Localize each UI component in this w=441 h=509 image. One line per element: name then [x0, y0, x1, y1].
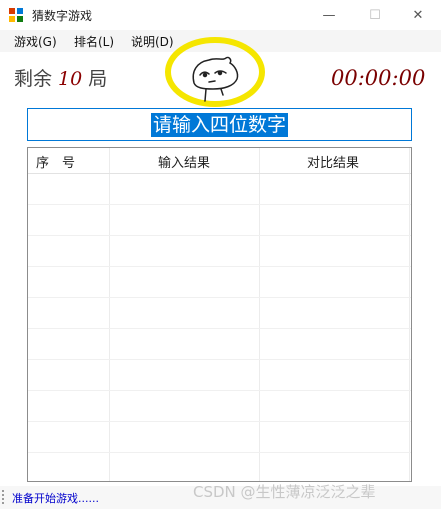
table-row[interactable] — [28, 422, 411, 453]
column-header-input[interactable]: 输入结果 — [158, 152, 210, 171]
table-row[interactable] — [28, 329, 411, 360]
table-row[interactable] — [28, 360, 411, 391]
table-row[interactable] — [28, 298, 411, 329]
window-title: 猜数字游戏 — [32, 9, 93, 23]
close-icon: ✕ — [412, 7, 424, 23]
title-bar: 猜数字游戏 — ☐ ✕ — [0, 0, 441, 30]
results-table[interactable]: 序 号 输入结果 对比结果 — [27, 147, 412, 482]
maximize-button[interactable]: ☐ — [352, 0, 398, 30]
remaining-rounds: 剩余 10 局 — [14, 64, 107, 91]
status-text: 准备开始游戏...... — [12, 492, 99, 505]
maximize-icon: ☐ — [369, 7, 381, 23]
column-header-result[interactable]: 对比结果 — [307, 152, 359, 171]
status-grip-icon — [2, 490, 5, 504]
remaining-prefix: 剩余 — [14, 68, 53, 90]
table-row[interactable] — [28, 391, 411, 422]
table-row[interactable] — [28, 205, 411, 236]
watermark: CSDN @生性薄凉泛泛之辈 — [193, 483, 376, 501]
game-timer: 00:00:00 — [331, 66, 426, 90]
highlight-circle — [165, 37, 265, 107]
table-row[interactable] — [28, 267, 411, 298]
table-row[interactable] — [28, 453, 411, 481]
mascot-picture[interactable] — [163, 35, 266, 108]
close-button[interactable]: ✕ — [395, 0, 441, 30]
minimize-icon: — — [322, 7, 336, 23]
table-header-row: 序 号 输入结果 对比结果 — [28, 148, 411, 174]
menu-ranking[interactable]: 排名(L) — [74, 33, 114, 50]
menu-game[interactable]: 游戏(G) — [14, 33, 57, 50]
remaining-count: 10 — [58, 68, 83, 90]
app-grid-icon — [9, 8, 23, 22]
guess-input-text: 请输入四位数字 — [150, 112, 288, 137]
table-row[interactable] — [28, 236, 411, 267]
minimize-button[interactable]: — — [306, 0, 352, 30]
column-header-index[interactable]: 序 号 — [36, 152, 75, 171]
mascot-face-icon — [192, 56, 239, 102]
table-row[interactable] — [28, 174, 411, 205]
guess-input[interactable]: 请输入四位数字 — [27, 108, 412, 141]
remaining-suffix: 局 — [88, 68, 108, 90]
